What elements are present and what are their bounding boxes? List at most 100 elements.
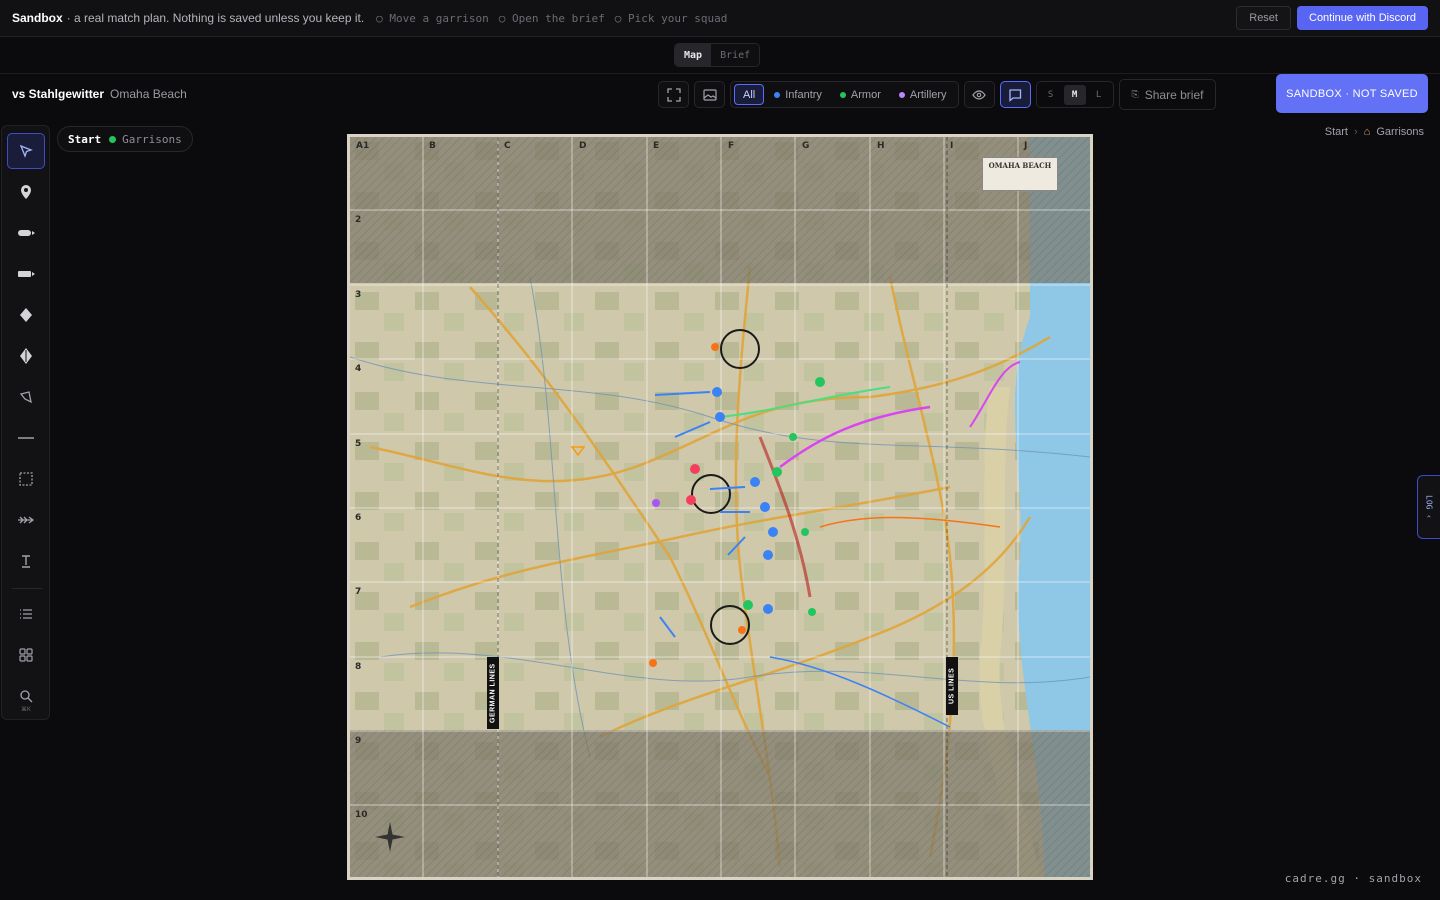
phase-garrisons: Garrisons	[122, 132, 182, 146]
chevron-left-icon: ‹	[1424, 513, 1434, 519]
search-hotkey: ⌘K	[20, 707, 31, 713]
grid-col-label: E	[653, 141, 660, 151]
filter-all[interactable]: All	[734, 84, 765, 105]
filter-armor[interactable]: Armor	[832, 84, 889, 105]
grid-col-label: G	[802, 141, 810, 151]
grid-row-label: 9	[355, 736, 362, 746]
grid-col-label: F	[728, 141, 735, 151]
filter-armor-label: Armor	[850, 88, 881, 101]
filter-infantry-label: Infantry	[785, 88, 822, 101]
text-icon	[22, 555, 30, 568]
tactical-map[interactable]: A1 B C D E F G H I J 2 3 4 5 6 7 8 9 10 …	[347, 134, 1093, 880]
polygon-icon	[19, 391, 32, 404]
pointer-icon	[19, 144, 33, 158]
text-tool[interactable]	[7, 543, 45, 579]
tab-brief[interactable]: Brief	[711, 44, 759, 66]
pointer-tool[interactable]	[7, 133, 45, 169]
strongpoint-tool[interactable]	[7, 338, 45, 374]
list-icon	[20, 609, 32, 619]
continue-discord-button[interactable]: Continue with Discord	[1297, 6, 1428, 30]
visibility-toggle[interactable]	[963, 81, 995, 108]
filter-artillery-label: Artillery	[909, 88, 947, 101]
grid-row-label: 7	[355, 587, 362, 597]
match-toolbar: vs Stahlgewitter Omaha Beach All Infantr…	[0, 74, 1440, 114]
reset-button[interactable]: Reset	[1236, 6, 1291, 30]
share-brief-label: Share brief	[1144, 87, 1204, 102]
garrison-pin-icon	[21, 185, 31, 199]
eye-icon	[972, 89, 986, 100]
filter-artillery[interactable]: Artillery	[891, 84, 955, 105]
share-brief-button[interactable]: ⎘ Share brief	[1118, 79, 1217, 110]
filter-infantry[interactable]: Infantry	[766, 84, 830, 105]
search-tool[interactable]: ⌘K	[7, 678, 45, 714]
comments-toggle[interactable]	[999, 81, 1031, 108]
banner-brand: Sandbox	[12, 11, 63, 25]
sandbox-banner: Sandbox · a real match plan. Nothing is …	[0, 0, 1440, 37]
grid-icon	[19, 648, 33, 662]
arrow-path-icon	[18, 516, 35, 524]
infantry-unit-icon	[18, 230, 35, 236]
grid-tool[interactable]	[7, 637, 45, 673]
rail-divider	[12, 588, 42, 589]
grid-col-label: D	[579, 141, 587, 151]
breadcrumb: Start › ⌂ Garrisons	[1325, 126, 1424, 138]
artillery-dot-icon	[898, 91, 905, 98]
grid-row-label: 10	[355, 810, 368, 820]
onboarding-steps: Move a garrison Open the brief Pick your…	[376, 12, 727, 25]
grid-col-label: J	[1024, 141, 1028, 151]
step-open-brief[interactable]: Open the brief	[499, 12, 605, 25]
us-lines-label: US LINES	[946, 657, 958, 715]
match-title: vs Stahlgewitter	[12, 87, 105, 101]
grid-col-label: B	[429, 141, 436, 151]
fullscreen-button[interactable]	[658, 81, 689, 108]
layers-list-tool[interactable]	[7, 596, 45, 632]
map-title-card: OMAHA BEACH	[982, 157, 1058, 191]
artillery-icon	[20, 308, 32, 322]
grid-col-label: H	[877, 141, 885, 151]
size-small[interactable]: S	[1040, 85, 1062, 105]
grid-row-label: 5	[355, 439, 362, 449]
unit-filter-group: All Infantry Armor Artillery	[730, 81, 959, 108]
arrow-path-tool[interactable]	[7, 502, 45, 538]
armor-dot-icon	[839, 91, 846, 98]
tab-map[interactable]: Map	[675, 44, 712, 66]
garrison-tool[interactable]	[7, 174, 45, 210]
armor-tool[interactable]	[7, 256, 45, 292]
line-icon	[18, 437, 34, 439]
area-select-tool[interactable]	[7, 461, 45, 497]
size-large[interactable]: L	[1088, 85, 1110, 105]
search-icon	[20, 690, 33, 703]
fullscreen-icon	[666, 87, 681, 102]
marker-size-group: S M L	[1035, 81, 1114, 108]
breadcrumb-separator: ›	[1353, 126, 1358, 138]
tool-rail: ⌘K	[1, 125, 50, 720]
german-lines-label: GERMAN LINES	[487, 657, 499, 729]
infantry-dot-icon	[774, 91, 781, 98]
map-artwork	[350, 137, 1090, 877]
grid-col-label: I	[950, 141, 954, 151]
size-medium[interactable]: M	[1063, 84, 1086, 105]
line-tool[interactable]	[7, 420, 45, 456]
log-label: LOG	[1424, 495, 1434, 510]
sandbox-status-badge[interactable]: SANDBOX · NOT SAVED	[1276, 74, 1428, 113]
garrison-house-icon: ⌂	[1363, 126, 1371, 138]
breadcrumb-start[interactable]: Start	[1325, 126, 1348, 138]
grid-row-label: 3	[355, 290, 362, 300]
copy-icon: ⎘	[1131, 89, 1139, 99]
step-pick-squad[interactable]: Pick your squad	[615, 12, 727, 25]
phase-chip[interactable]: Start Garrisons	[57, 126, 193, 152]
grid-row-label: 4	[355, 364, 362, 374]
garrisons-status-dot	[109, 135, 117, 143]
artillery-tool[interactable]	[7, 297, 45, 333]
strongpoint-icon	[20, 348, 32, 364]
log-panel-tab[interactable]: LOG ‹	[1417, 475, 1440, 539]
infantry-tool[interactable]	[7, 215, 45, 251]
step-move-garrison[interactable]: Move a garrison	[376, 12, 488, 25]
image-export-button[interactable]	[694, 81, 725, 108]
view-tabs: Map Brief	[674, 43, 761, 67]
image-icon	[702, 88, 717, 101]
grid-row-label: 6	[355, 513, 362, 523]
polygon-tool[interactable]	[7, 379, 45, 415]
grid-row-label: 8	[355, 662, 362, 672]
grid-col-label: A1	[356, 141, 370, 151]
